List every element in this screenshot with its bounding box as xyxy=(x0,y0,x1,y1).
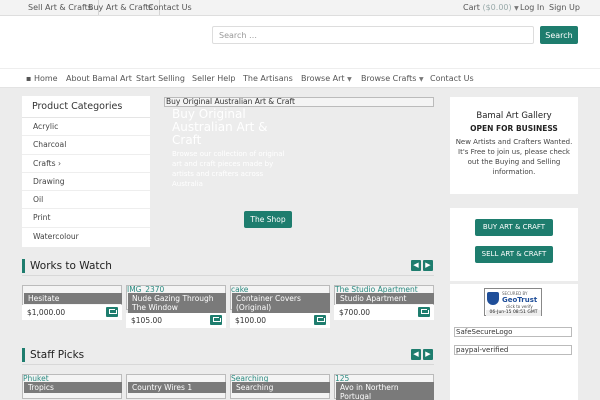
works-to-watch-title: Works to Watch xyxy=(30,260,112,272)
product-price: $1,000.00 xyxy=(27,308,66,317)
staff-picks-title: Staff Picks xyxy=(30,349,85,361)
category-watercolour[interactable]: Watercolour xyxy=(22,228,150,246)
add-to-cart-icon[interactable] xyxy=(106,307,118,317)
product-name[interactable]: Nude Gazing Through The Window xyxy=(128,293,226,313)
chevron-right-icon[interactable]: ▶ xyxy=(423,349,433,360)
home-icon: ▪ xyxy=(26,74,32,83)
add-to-cart-icon[interactable] xyxy=(210,315,222,325)
geotrust-click: click to verify xyxy=(506,304,533,309)
chevron-right-icon[interactable]: ▶ xyxy=(423,260,433,271)
slider-heading: Buy Original Australian Art & Craft xyxy=(172,107,268,147)
nav-home[interactable]: ▪ Home xyxy=(26,69,58,88)
gallery-info: Bamal Art Gallery OPEN FOR BUSINESS New … xyxy=(450,97,578,194)
main-nav: ▪ Home About Bamal Art Start Selling Sel… xyxy=(0,68,600,88)
product-image[interactable]: Country Wires 1 xyxy=(126,374,226,399)
shop-button[interactable]: The Shop xyxy=(244,211,292,228)
product-name[interactable]: Country Wires 1 xyxy=(128,382,226,393)
slider-image-alt: Buy Original Australian Art & Craft xyxy=(164,97,434,107)
topbar-link-contact[interactable]: Contact Us xyxy=(142,0,198,15)
paypal-verified-logo: paypal-verified xyxy=(454,345,572,355)
chevron-left-icon[interactable]: ◀ xyxy=(411,260,421,271)
nav-home-label: Home xyxy=(33,74,58,83)
slider-text: Browse our collection of original art an… xyxy=(172,150,285,188)
search-input[interactable] xyxy=(212,26,534,44)
nav-seller-help[interactable]: Seller Help xyxy=(192,69,235,88)
nav-start-selling[interactable]: Start Selling xyxy=(136,69,185,88)
product-footer: $105.00 xyxy=(126,313,226,328)
product-price: $105.00 xyxy=(131,316,163,325)
product-name[interactable]: Avo in Northern Portugal xyxy=(336,382,434,400)
geotrust-date: 06-Jun-15 08:51 GMT xyxy=(486,310,541,316)
gallery-text: New Artists and Crafters Wanted. It's Fr… xyxy=(455,138,573,176)
category-oil[interactable]: Oil xyxy=(22,191,150,210)
category-drawing[interactable]: Drawing xyxy=(22,173,150,192)
nav-browse-art[interactable]: Browse Art ▼ xyxy=(301,69,352,88)
add-to-cart-icon[interactable] xyxy=(314,315,326,325)
chevron-left-icon[interactable]: ◀ xyxy=(411,349,421,360)
product-name[interactable]: Tropics xyxy=(24,382,122,393)
trust-badges: SECURED BY GeoTrust click to verify 06-J… xyxy=(450,284,578,400)
product-footer: $100.00 xyxy=(230,313,330,328)
product-image[interactable]: 125 Avo in Northern Portugal xyxy=(334,374,434,400)
nav-browse-art-label: Browse Art xyxy=(301,74,345,83)
action-buttons: BUY ART & CRAFT SELL ART & CRAFT xyxy=(450,208,578,281)
product-footer: $1,000.00 xyxy=(22,305,122,320)
product-image[interactable]: Phuket Tropics xyxy=(22,374,122,399)
product-footer: $700.00 xyxy=(334,305,434,320)
search-button[interactable]: Search xyxy=(540,26,578,44)
top-bar: Sell Art & Crafts Buy Art & Crafts Conta… xyxy=(0,0,600,16)
nav-browse-crafts-label: Browse Crafts xyxy=(361,74,417,83)
nav-browse-crafts[interactable]: Browse Crafts ▼ xyxy=(361,69,424,88)
nav-contact[interactable]: Contact Us xyxy=(430,69,474,88)
cart-label: Cart xyxy=(463,3,480,12)
geotrust-seal[interactable]: SECURED BY GeoTrust click to verify 06-J… xyxy=(484,288,542,316)
works-to-watch-header: Works to Watch ◀ ▶ xyxy=(22,258,434,276)
add-to-cart-icon[interactable] xyxy=(418,307,430,317)
category-acrylic[interactable]: Acrylic xyxy=(22,118,150,137)
gallery-title: Bamal Art Gallery xyxy=(476,111,552,121)
category-crafts[interactable]: Crafts › xyxy=(22,155,150,173)
hero-slider: Buy Original Australian Art & Craft Buy … xyxy=(164,97,434,247)
product-image[interactable]: IMG_2370 Nude Gazing Through The Window xyxy=(126,285,226,313)
product-name[interactable]: Hesitate xyxy=(24,293,122,304)
categories-title: Product Categories xyxy=(22,96,150,118)
shield-icon xyxy=(487,292,499,305)
sell-art-button[interactable]: SELL ART & CRAFT xyxy=(475,246,553,263)
chevron-down-icon: ▼ xyxy=(418,76,424,83)
buy-art-button[interactable]: BUY ART & CRAFT xyxy=(475,219,553,236)
section-accent-bar xyxy=(22,259,25,273)
product-name[interactable]: Container Covers (Original) xyxy=(232,293,330,313)
category-print[interactable]: Print xyxy=(22,209,150,228)
product-image[interactable]: Searching Searching xyxy=(230,374,330,399)
product-categories: Product Categories Acrylic Charcoal Craf… xyxy=(22,96,150,247)
gallery-status: OPEN FOR BUSINESS xyxy=(470,124,558,133)
category-charcoal[interactable]: Charcoal xyxy=(22,136,150,155)
signup-link[interactable]: Sign Up xyxy=(543,0,586,15)
geotrust-name: GeoTrust xyxy=(502,296,538,304)
safesecure-logo: SafeSecureLogo xyxy=(454,327,572,337)
staff-picks-header: Staff Picks ◀ ▶ xyxy=(22,347,434,365)
product-price: $700.00 xyxy=(339,308,371,317)
product-name[interactable]: Searching xyxy=(232,382,330,393)
nav-artisans[interactable]: The Artisans xyxy=(243,69,293,88)
chevron-down-icon: ▼ xyxy=(347,76,352,83)
cart-amount: ($0.00) xyxy=(482,3,512,12)
section-accent-bar xyxy=(22,348,25,362)
product-price: $100.00 xyxy=(235,316,267,325)
product-image[interactable]: cake Container Covers (Original) xyxy=(230,285,330,313)
product-name[interactable]: Studio Apartment xyxy=(336,293,434,304)
nav-about[interactable]: About Bamal Art xyxy=(66,69,132,88)
